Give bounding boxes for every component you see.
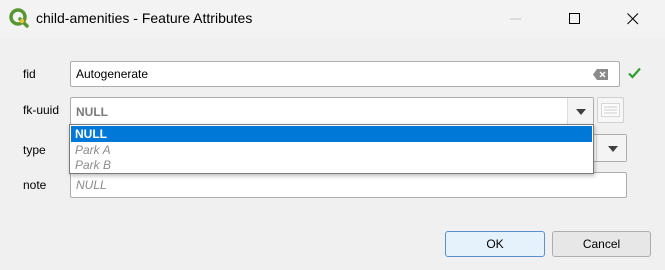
note-value: NULL bbox=[76, 178, 107, 192]
close-button[interactable] bbox=[610, 0, 656, 38]
window-title: child-amenities - Feature Attributes bbox=[36, 10, 253, 26]
fid-label: fid bbox=[23, 67, 36, 81]
minimize-icon bbox=[510, 18, 521, 20]
chevron-down-icon[interactable] bbox=[596, 135, 626, 161]
fk-uuid-combo[interactable]: NULL bbox=[70, 97, 594, 125]
fk-uuid-value: NULL bbox=[76, 105, 108, 119]
cancel-button[interactable]: Cancel bbox=[552, 231, 651, 257]
type-label: type bbox=[23, 143, 46, 157]
clear-icon[interactable] bbox=[593, 69, 609, 83]
dropdown-option[interactable]: Park B bbox=[71, 157, 592, 173]
form-icon bbox=[601, 103, 620, 117]
qgis-icon bbox=[9, 8, 29, 28]
note-field[interactable]: NULL bbox=[70, 172, 627, 198]
close-icon bbox=[627, 13, 639, 25]
maximize-icon bbox=[569, 13, 580, 24]
fk-uuid-label: fk-uuid bbox=[23, 103, 60, 117]
fk-uuid-dropdown: NULL Park A Park B bbox=[69, 124, 594, 174]
fid-field[interactable]: Autogenerate bbox=[70, 61, 620, 87]
check-icon bbox=[628, 67, 641, 82]
maximize-button[interactable] bbox=[552, 0, 598, 38]
fid-value: Autogenerate bbox=[76, 67, 149, 81]
minimize-button[interactable] bbox=[493, 0, 539, 38]
open-form-button[interactable] bbox=[597, 97, 624, 123]
note-label: note bbox=[23, 178, 47, 192]
dropdown-option[interactable]: Park A bbox=[71, 142, 592, 158]
title-bar: child-amenities - Feature Attributes bbox=[0, 0, 665, 38]
chevron-down-icon[interactable] bbox=[567, 98, 593, 124]
dropdown-option[interactable]: NULL bbox=[71, 126, 592, 142]
ok-button[interactable]: OK bbox=[445, 231, 545, 257]
